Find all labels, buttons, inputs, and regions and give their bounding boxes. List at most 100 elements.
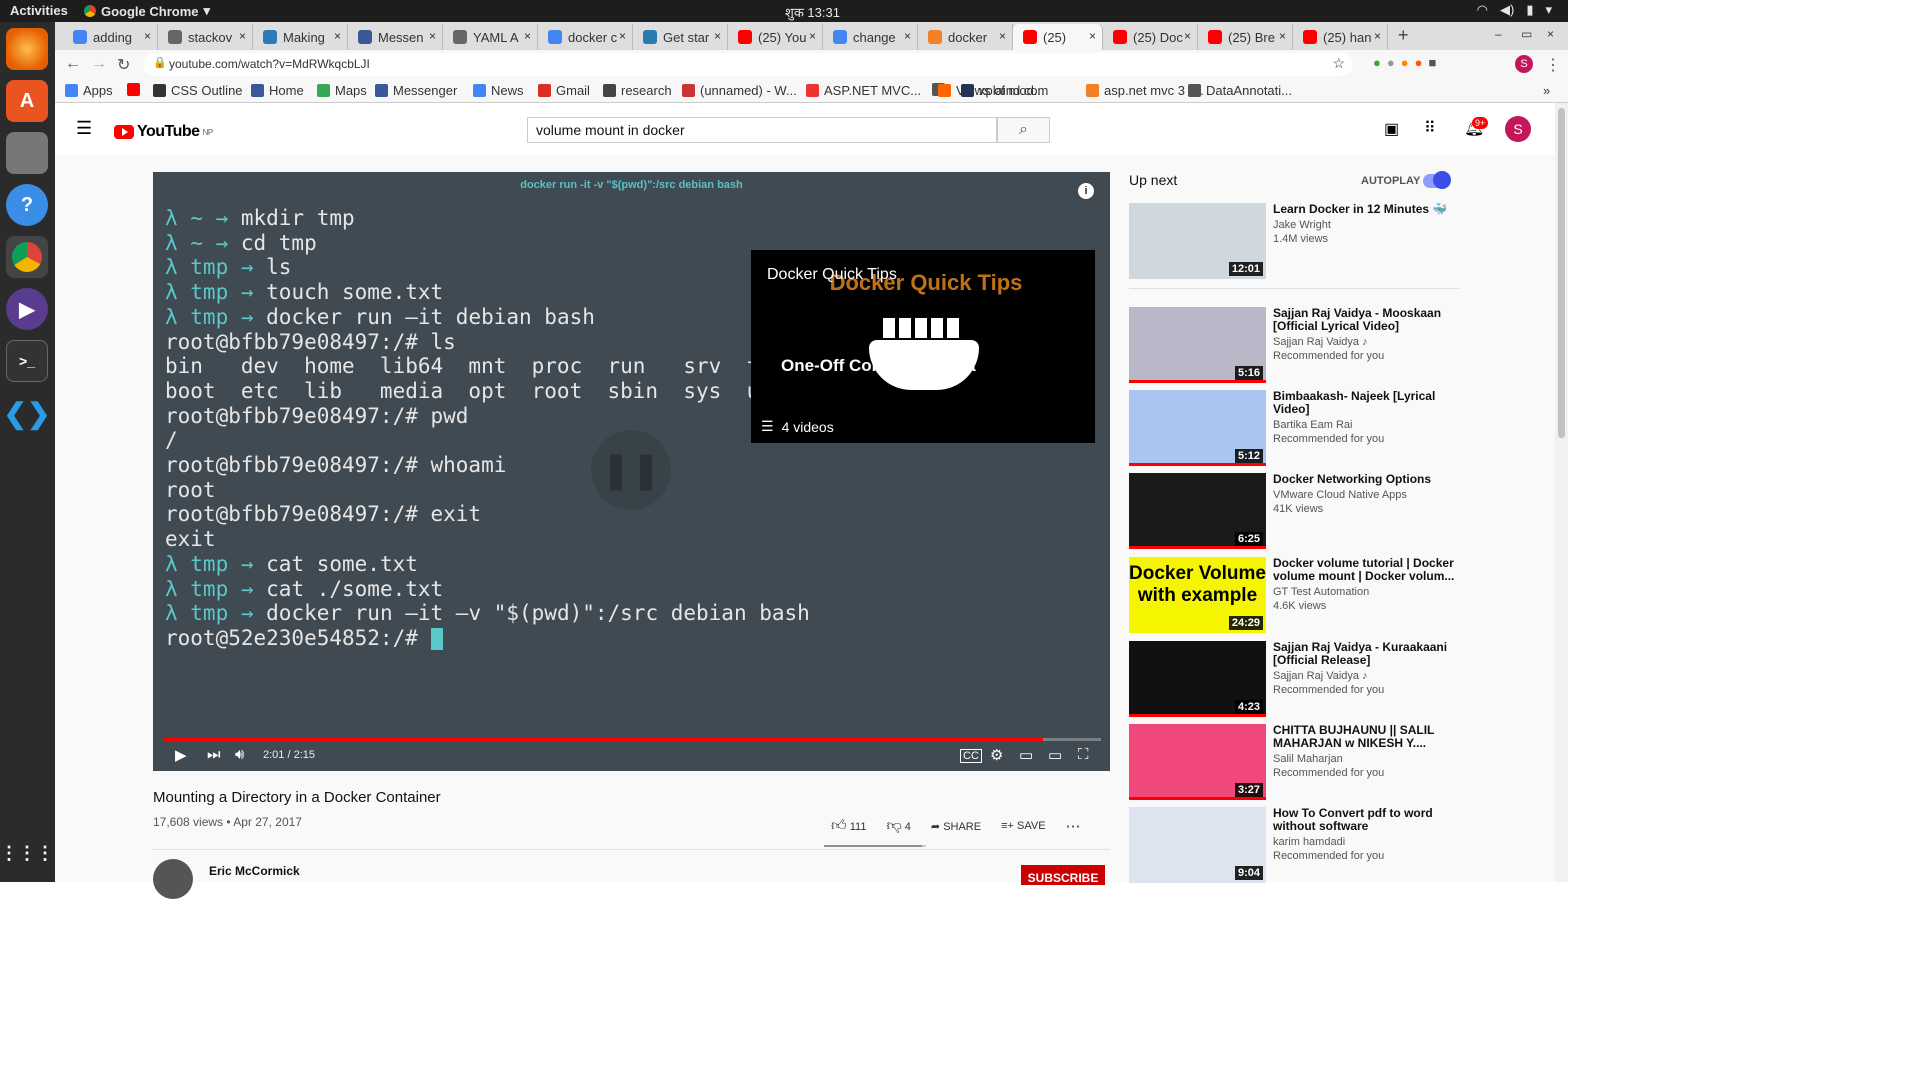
progress-bar[interactable] [163,738,1101,741]
tab-6[interactable]: Get star × [633,24,728,50]
tab-1[interactable]: stackov × [158,24,253,50]
video-title-link[interactable]: CHITTA BUJHAUNU || SALIL MAHARJAN w NIKE… [1273,724,1459,750]
recommended-video[interactable]: Docker Volume with example 24:29 Docker vo… [1129,557,1459,633]
help-icon[interactable]: ? [6,184,48,226]
recommended-video[interactable]: 5:16 Sajjan Raj Vaidya - Mooskaan [Offici… [1129,307,1459,383]
tab-4[interactable]: YAML A × [443,24,538,50]
play-button[interactable]: ▶ [175,746,187,764]
recommended-video[interactable]: 9:04 How To Convert pdf to word without s… [1129,807,1459,883]
tab-close-icon[interactable]: × [904,29,911,43]
tab-close-icon[interactable]: × [1374,29,1381,43]
video-title-link[interactable]: How To Convert pdf to word without softw… [1273,807,1459,833]
youtube-logo[interactable]: YouTube NP [114,123,213,141]
tab-9[interactable]: docker × [918,24,1013,50]
vscode-icon[interactable]: ❮❯ [4,392,50,434]
back-icon[interactable]: ← [65,55,81,73]
info-icon[interactable]: i [1078,183,1094,199]
tab-12[interactable]: (25) Bre × [1198,24,1293,50]
channel-name[interactable]: Eric McCormick [209,864,300,878]
chrome-dock-icon[interactable] [6,236,48,278]
tab-0[interactable]: adding × [63,24,158,50]
tab-13[interactable]: (25) han × [1293,24,1388,50]
bookmark-0[interactable]: Apps [65,83,113,98]
recommended-video[interactable]: 6:25 Docker Networking Options VMware Clou… [1129,473,1459,549]
bookmark-10[interactable]: ASP.NET MVC... [806,83,921,98]
captions-button[interactable]: CC [960,749,982,763]
scrollbar[interactable] [1555,103,1568,882]
tab-8[interactable]: change × [823,24,918,50]
tab-close-icon[interactable]: × [1279,29,1286,43]
scrollbar-thumb[interactable] [1558,108,1565,438]
tab-3[interactable]: Messen × [348,24,443,50]
bookmark-14[interactable]: asp.net mvc 3 -... [1086,83,1204,98]
firefox-icon[interactable] [6,28,48,70]
video-title-link[interactable]: Bimbaakash- Najeek [Lyrical Video] [1273,390,1459,416]
video-title-link[interactable]: Docker volume tutorial | Docker volume m… [1273,557,1459,583]
tab-close-icon[interactable]: × [714,29,721,43]
share-button[interactable]: ➦ SHARE [931,820,981,833]
miniplayer-button[interactable]: ▭ [1019,746,1033,764]
end-card-playlist[interactable]: Docker Quick Tips Docker Quick Tips One-… [751,250,1095,443]
dislike-button[interactable]: 👎︎ 4 [886,817,910,835]
star-icon[interactable]: ☆ [1332,55,1345,72]
tab-close-icon[interactable]: × [334,29,341,43]
recommended-video[interactable]: 12:01 Learn Docker in 12 Minutes 🐳 Jake Wr… [1129,203,1459,279]
bookmark-4[interactable]: Maps [317,83,367,98]
create-video-icon[interactable]: ▣ [1384,119,1399,139]
video-title-link[interactable]: Sajjan Raj Vaidya - Mooskaan [Official L… [1273,307,1459,333]
video-title-link[interactable]: Sajjan Raj Vaidya - Kuraakaani [Official… [1273,641,1459,667]
save-button[interactable]: ≡+ SAVE [1001,820,1045,832]
software-center-icon[interactable]: A [6,80,48,122]
video-thumbnail[interactable]: 5:12 [1129,390,1266,466]
show-apps-icon[interactable]: ⋮⋮⋮ [0,832,54,874]
bookmark-3[interactable]: Home [251,83,304,98]
tab-close-icon[interactable]: × [809,29,816,43]
tab-11[interactable]: (25) Doc × [1103,24,1198,50]
bookmarks-overflow-icon[interactable]: » [1543,83,1550,98]
bookmark-8[interactable]: research [603,83,672,98]
tab-2[interactable]: Making × [253,24,348,50]
video-thumbnail[interactable]: 12:01 [1129,203,1266,279]
tab-close-icon[interactable]: × [144,29,151,43]
recommended-video[interactable]: 5:12 Bimbaakash- Najeek [Lyrical Video] Ba… [1129,390,1459,466]
fullscreen-button[interactable]: ⛶ [1078,746,1089,763]
tab-5[interactable]: docker c × [538,24,633,50]
profile-avatar[interactable]: S [1515,55,1533,73]
maximize-icon[interactable]: ▭ [1521,27,1532,41]
hamburger-icon[interactable]: ☰ [76,118,92,139]
tab-close-icon[interactable]: × [619,29,626,43]
tab-close-icon[interactable]: × [239,29,246,43]
video-thumbnail[interactable]: Docker Volume with example 24:29 [1129,557,1266,633]
tab-close-icon[interactable]: × [999,29,1006,43]
video-title-link[interactable]: Docker Networking Options [1273,473,1459,486]
minimize-icon[interactable]: – [1495,27,1502,41]
bookmark-6[interactable]: News [473,83,524,98]
reload-icon[interactable]: ↻ [117,55,130,75]
video-thumbnail[interactable]: 4:23 [1129,641,1266,717]
search-button[interactable]: ⌕ [997,117,1050,143]
like-button[interactable]: 👍︎ 111 [831,817,866,835]
app-menu[interactable]: Google Chrome ▾ [84,3,210,19]
video-thumbnail[interactable]: 9:04 [1129,807,1266,883]
terminal-icon[interactable]: >_ [6,340,48,382]
bookmark-13[interactable]: xplaind.com [961,83,1048,98]
new-tab-button[interactable]: + [1398,25,1409,46]
channel-avatar[interactable] [153,859,193,899]
files-icon[interactable] [6,132,48,174]
media-player-icon[interactable]: ▶ [6,288,48,330]
account-avatar[interactable]: S [1505,116,1531,142]
bookmark-7[interactable]: Gmail [538,83,590,98]
bookmark-9[interactable]: (unnamed) - W... [682,83,797,98]
system-tray[interactable]: ◠ ◀) ▮ ▾ [1477,2,1552,18]
bookmark-15[interactable]: DataAnnotati... [1188,83,1292,98]
subscribe-button[interactable]: SUBSCRIBE [1021,865,1105,885]
tab-10[interactable]: (25) × [1013,24,1103,50]
tab-close-icon[interactable]: × [1184,29,1191,43]
video-thumbnail[interactable]: 3:27 [1129,724,1266,800]
video-thumbnail[interactable]: 6:25 [1129,473,1266,549]
video-title-link[interactable]: Learn Docker in 12 Minutes 🐳 [1273,203,1459,216]
activities-button[interactable]: Activities [10,3,68,18]
tab-close-icon[interactable]: × [429,29,436,43]
tab-7[interactable]: (25) You × [728,24,823,50]
tab-close-icon[interactable]: × [524,29,531,43]
